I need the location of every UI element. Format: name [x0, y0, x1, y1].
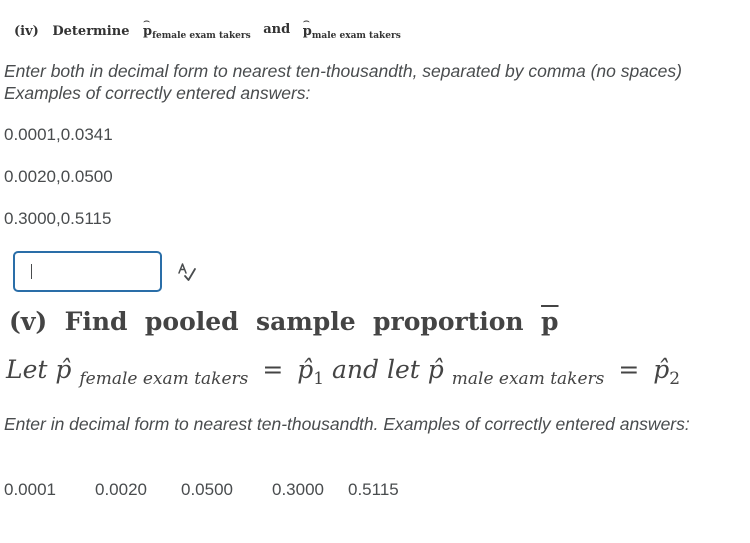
p-male-subscript: male exam takers — [311, 31, 401, 41]
example-v-3: 0.0500 — [181, 480, 233, 499]
p2-subscript: 2 — [669, 369, 681, 389]
and-label: and — [263, 22, 291, 37]
text-caret — [31, 264, 32, 279]
instructions-iv: Enter both in decimal form to nearest te… — [4, 61, 682, 103]
answer-input-box[interactable] — [13, 251, 162, 292]
example-v-1: 0.0001 — [4, 480, 56, 499]
let-line: Let p̂ female exam takers = p̂1 and let … — [6, 355, 680, 389]
part-v-label: (v) — [9, 307, 48, 336]
p-hat-female: p̂ — [55, 355, 72, 384]
part-iv-label: (iv) — [14, 24, 39, 39]
p2-symbol: p̂ — [653, 355, 670, 384]
spellcheck-icon[interactable] — [176, 261, 198, 283]
p-bar-symbol: p — [541, 307, 559, 336]
p-female-symbol: p — [143, 14, 152, 39]
let-female-subscript: female exam takers — [79, 369, 249, 389]
p-female-subscript: female exam takers — [152, 31, 251, 41]
p1-subscript: 1 — [313, 369, 325, 389]
part-iv-heading: (iv) Determine pfemale exam takers and p… — [14, 14, 401, 41]
example-iv-1: 0.0001,0.0341 — [4, 125, 113, 144]
let-word: Let — [6, 355, 48, 384]
determine-label: Determine — [52, 24, 130, 39]
part-v-title: Find pooled sample proportion — [64, 307, 524, 336]
equals-2: = — [618, 355, 640, 384]
example-iv-3: 0.3000,0.5115 — [4, 209, 112, 228]
equals-1: = — [262, 355, 284, 384]
and-let-word: and let — [332, 355, 420, 384]
p-hat-male: p̂ — [427, 355, 444, 384]
p1-symbol: p̂ — [297, 355, 314, 384]
part-v-heading: (v) Find pooled sample proportion p — [9, 307, 559, 336]
example-v-4: 0.3000 — [272, 480, 324, 499]
example-iv-2: 0.0020,0.0500 — [4, 167, 113, 186]
instructions-v: Enter in decimal form to nearest ten-tho… — [4, 414, 690, 434]
example-v-2: 0.0020 — [95, 480, 147, 499]
p-male-symbol: p — [303, 14, 312, 39]
example-v-5: 0.5115 — [348, 480, 399, 499]
answer-input[interactable] — [15, 253, 159, 290]
let-male-subscript: male exam takers — [451, 369, 605, 389]
